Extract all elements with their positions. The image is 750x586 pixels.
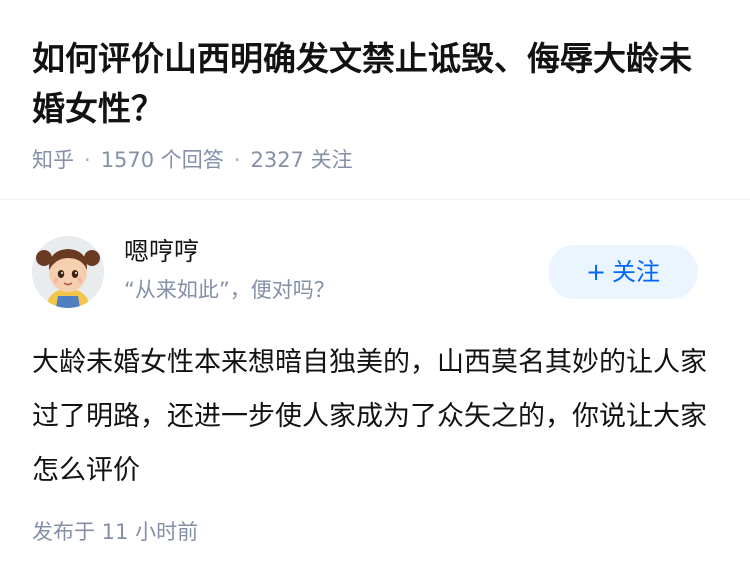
answer-count[interactable]: 1570 个回答 xyxy=(101,148,224,172)
follower-count: 2327 关注 xyxy=(250,148,353,172)
divider xyxy=(0,199,750,200)
separator-dot: · xyxy=(84,148,91,172)
plus-icon: + xyxy=(585,258,607,286)
separator-dot: · xyxy=(233,148,241,172)
publish-time: 发布于 11 小时前 xyxy=(32,520,199,544)
answer-content[interactable]: 大龄未婚女性本来想暗自独美的，山西莫名其妙的让人家过了明路，还进一步使人家成为了… xyxy=(32,336,712,498)
author-name[interactable]: 嗯哼哼 xyxy=(124,234,199,270)
author-card: 嗯哼哼 “从来如此”，便对吗？ + 关注 xyxy=(32,232,718,312)
author-bio: “从来如此”，便对吗？ xyxy=(124,278,335,302)
avatar[interactable] xyxy=(32,236,104,308)
source-label[interactable]: 知乎 xyxy=(32,148,74,172)
question-meta: 知乎 · 1570 个回答 · 2327 关注 xyxy=(32,144,353,176)
follow-label: 关注 xyxy=(612,258,661,286)
cartoon-girl-avatar-icon xyxy=(32,236,104,308)
question-title[interactable]: 如何评价山西明确发文禁止诋毁、侮辱大龄未婚女性？ xyxy=(32,34,722,134)
follow-button[interactable]: + 关注 xyxy=(548,245,698,299)
